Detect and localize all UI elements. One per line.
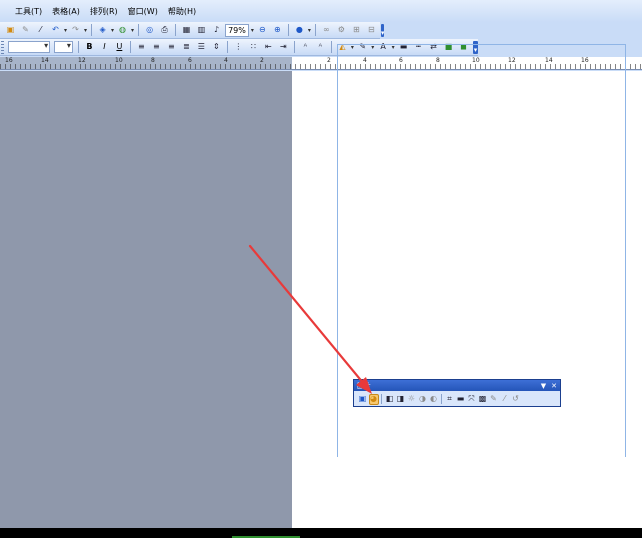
distribute-objects-icon[interactable]: ⊟: [365, 24, 378, 37]
toolbar-separator: [330, 41, 332, 53]
line-spacing-icon[interactable]: ⇕: [210, 41, 223, 54]
scratch-area[interactable]: [0, 71, 292, 528]
format-painter-icon[interactable]: ✎: [19, 24, 32, 37]
picture-toolbar: 图片 ▼ ✕ ▣ ◕ ◧ ◨ ☼ ◑ ◐ ⌗ ▬ ⤧ ▩ ✎ ⁄ ↺: [353, 379, 561, 407]
shrink-font-icon[interactable]: ᴬ: [299, 41, 312, 54]
more-brightness-icon[interactable]: ☼: [407, 394, 417, 405]
ruler-label: 12: [78, 57, 86, 64]
menu-window[interactable]: 窗口(W): [123, 6, 163, 17]
numbering-icon[interactable]: ⋮: [232, 41, 245, 54]
help-icon[interactable]: ●: [293, 24, 306, 37]
brush-icon[interactable]: ⁄: [34, 24, 47, 37]
toolbar-separator: [441, 394, 442, 404]
align-objects-icon[interactable]: ⊞: [350, 24, 363, 37]
font-size-dropdown[interactable]: [54, 41, 73, 53]
link-frames-icon[interactable]: ∞: [320, 24, 333, 37]
standard-toolbar: ▣ ✎ ⁄ ↶ ▾ ↷ ▾ ◈ ▾ ◍ ▾ ◎ ⎙ ▦ ▥ ♪ 79% ▾ ⊖ …: [0, 22, 385, 39]
align-left-icon[interactable]: ≡: [135, 41, 148, 54]
italic-button[interactable]: I: [98, 41, 111, 54]
align-center-icon[interactable]: ≡: [150, 41, 163, 54]
bullets-icon[interactable]: ∷: [247, 41, 260, 54]
picture-toolbar-title: 图片: [357, 381, 371, 390]
toolbar-separator: [314, 24, 316, 36]
line-style-icon[interactable]: ▬: [456, 394, 466, 405]
print-preview-icon[interactable]: ⎙: [158, 24, 171, 37]
status-bar: [0, 528, 642, 538]
toolbar-separator: [287, 24, 289, 36]
menu-arrange[interactable]: 排列(R): [85, 6, 123, 17]
menu-help[interactable]: 帮助(H): [163, 6, 201, 17]
align-right-icon[interactable]: ≡: [165, 41, 178, 54]
picture-toolbar-title-bar[interactable]: 图片 ▼ ✕: [354, 380, 560, 391]
zoom-dropdown-arrow-icon[interactable]: ▾: [251, 27, 254, 34]
format-picture-icon[interactable]: ✎: [489, 394, 499, 405]
grid-icon[interactable]: ▦: [180, 24, 193, 37]
toolbar-options-icon[interactable]: ▾: [380, 23, 385, 37]
brightness-icon[interactable]: ◐: [429, 394, 439, 405]
ruler-label: 4: [224, 57, 228, 64]
color-icon[interactable]: ◕: [368, 393, 379, 405]
toolbar-separator: [226, 41, 228, 53]
ruler-label: 10: [115, 57, 123, 64]
hyperlink-dropdown-icon[interactable]: ▾: [131, 27, 134, 34]
zoom-value: 79%: [228, 25, 246, 35]
compress-picture-icon[interactable]: ⤧: [467, 394, 477, 405]
insert-picture-icon[interactable]: ▣: [358, 394, 368, 405]
toolbar-separator: [77, 41, 79, 53]
less-brightness-icon[interactable]: ◑: [418, 394, 428, 405]
ruler-label: 14: [41, 57, 49, 64]
menu-tools[interactable]: 工具(T): [10, 6, 47, 17]
toolbar-separator: [129, 41, 131, 53]
toolbar-separator: [381, 394, 382, 404]
toolbar-grip[interactable]: [1, 40, 4, 54]
distributed-align-icon[interactable]: ☰: [195, 41, 208, 54]
insert-object-dropdown-icon[interactable]: ▾: [111, 27, 114, 34]
menu-table[interactable]: 表格(A): [47, 6, 85, 17]
settings-icon[interactable]: ⚙: [335, 24, 348, 37]
zoom-in-icon[interactable]: ⊕: [271, 24, 284, 37]
redo-icon[interactable]: ↷: [69, 24, 82, 37]
underline-button[interactable]: U: [113, 41, 126, 54]
reset-picture-icon[interactable]: ↺: [511, 394, 521, 405]
crop-icon[interactable]: ⌗: [445, 394, 455, 405]
set-transparent-color-icon[interactable]: ⁄: [500, 394, 510, 405]
picture-toolbar-buttons: ▣ ◕ ◧ ◨ ☼ ◑ ◐ ⌗ ▬ ⤧ ▩ ✎ ⁄ ↺: [354, 391, 560, 407]
toolbar-separator: [175, 24, 177, 36]
menu-bar: 工具(T) 表格(A) 排列(R) 窗口(W) 帮助(H): [0, 0, 642, 22]
help-dropdown-icon[interactable]: ▾: [308, 27, 311, 34]
justify-icon[interactable]: ≣: [180, 41, 193, 54]
bold-button[interactable]: B: [83, 41, 96, 54]
toolbar-options-icon[interactable]: ▼: [541, 382, 546, 390]
ruler-label: 6: [188, 57, 192, 64]
zoom-out-icon[interactable]: ⊖: [256, 24, 269, 37]
toolbar-separator: [91, 24, 93, 36]
more-contrast-icon[interactable]: ◧: [385, 394, 395, 405]
ruler-label: 8: [151, 57, 155, 64]
undo-icon[interactable]: ↶: [49, 24, 62, 37]
grow-font-icon[interactable]: ᴬ: [314, 41, 327, 54]
toolbar-separator: [138, 24, 140, 36]
web-preview-icon[interactable]: ◎: [143, 24, 156, 37]
zoom-dropdown[interactable]: 79%: [225, 23, 249, 37]
insert-object-icon[interactable]: ◈: [96, 24, 109, 37]
insert-hyperlink-icon[interactable]: ◍: [116, 24, 129, 37]
less-contrast-icon[interactable]: ◨: [396, 394, 406, 405]
ruler-label: 2: [260, 57, 264, 64]
undo-dropdown-icon[interactable]: ▾: [64, 27, 67, 34]
redo-dropdown-icon[interactable]: ▾: [84, 27, 87, 34]
ruler-label: 16: [5, 57, 13, 64]
font-name-dropdown[interactable]: [7, 41, 51, 53]
text-wrapping-icon[interactable]: ▩: [478, 394, 488, 405]
special-characters-icon[interactable]: ♪: [210, 24, 223, 37]
columns-icon[interactable]: ▥: [195, 24, 208, 37]
decrease-indent-icon[interactable]: ⇤: [262, 41, 275, 54]
ruler-label: 2: [327, 57, 331, 64]
close-icon[interactable]: ✕: [551, 382, 557, 390]
paste-icon[interactable]: ▣: [4, 24, 17, 37]
increase-indent-icon[interactable]: ⇥: [277, 41, 290, 54]
toolbar-separator: [293, 41, 295, 53]
